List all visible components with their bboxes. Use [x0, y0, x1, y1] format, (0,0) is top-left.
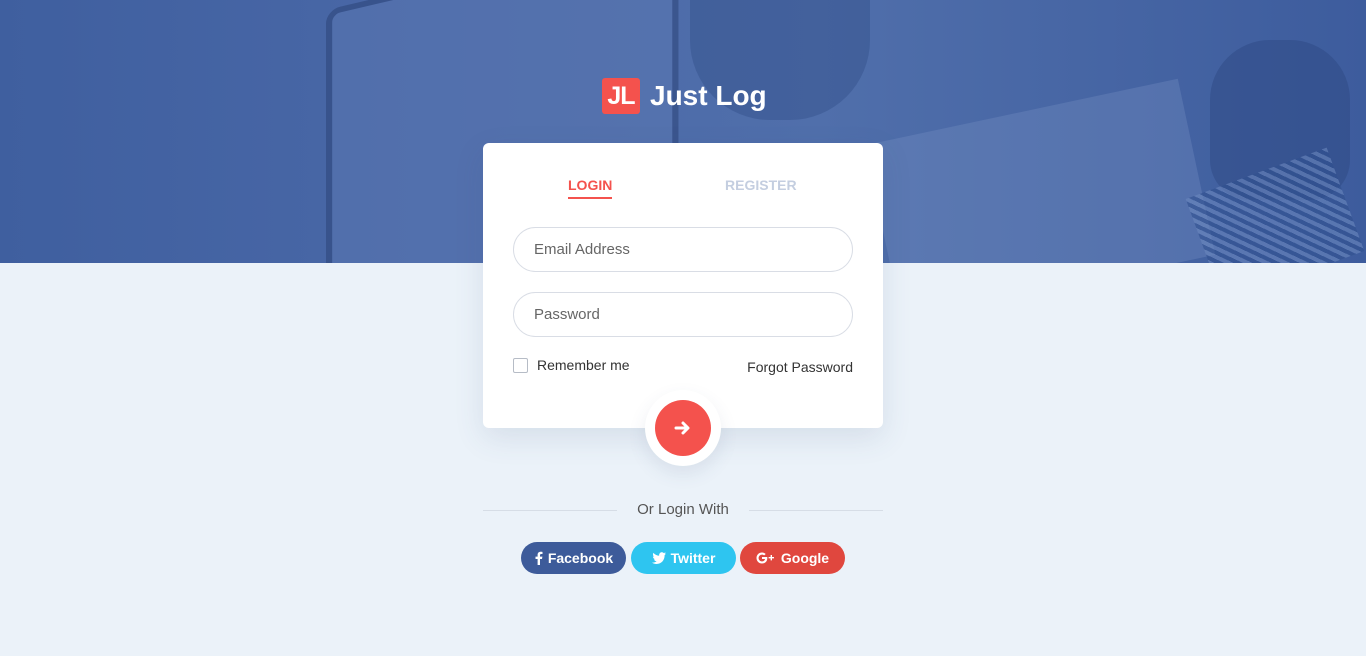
brand-logo: JL Just Log	[602, 78, 767, 114]
submit-button[interactable]	[655, 400, 711, 456]
twitter-login-button[interactable]: Twitter	[631, 542, 736, 574]
tab-register[interactable]: REGISTER	[725, 177, 797, 197]
remember-me[interactable]: Remember me	[513, 357, 630, 373]
password-field[interactable]	[513, 292, 853, 337]
tab-login[interactable]: LOGIN	[568, 177, 613, 199]
remember-checkbox[interactable]	[513, 357, 528, 373]
or-login-with-text: Or Login With	[637, 501, 729, 518]
brand-name: Just Log	[650, 80, 767, 111]
divider-right	[749, 510, 883, 511]
twitter-icon	[651, 552, 666, 564]
google-login-button[interactable]: Google	[740, 542, 845, 574]
arrow-right-icon	[674, 421, 690, 435]
hero-paper-image	[864, 78, 1216, 263]
email-field[interactable]	[513, 227, 853, 272]
remember-label: Remember me	[537, 357, 630, 373]
google-plus-icon	[756, 552, 776, 564]
facebook-icon	[534, 551, 543, 565]
login-card: LOGIN REGISTER Remember me Forgot Passwo…	[483, 143, 883, 428]
submit-button-ring	[645, 390, 721, 466]
facebook-login-button[interactable]: Facebook	[521, 542, 626, 574]
forgot-password-link[interactable]: Forgot Password	[747, 359, 853, 375]
divider-left	[483, 510, 617, 511]
google-label: Google	[780, 550, 830, 566]
brand-badge: JL	[602, 78, 640, 114]
facebook-label: Facebook	[547, 550, 614, 566]
auth-tabs: LOGIN REGISTER	[483, 177, 883, 207]
twitter-label: Twitter	[670, 550, 716, 566]
